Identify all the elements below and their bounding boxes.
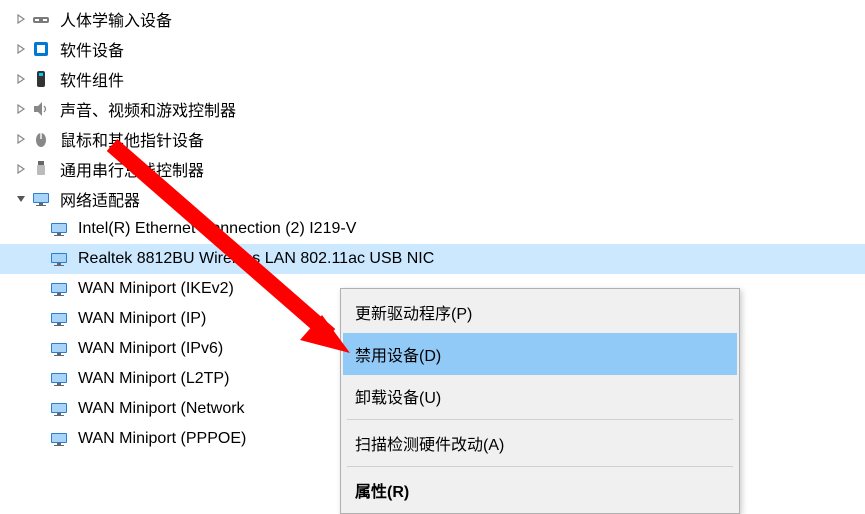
menu-disable-device[interactable]: 禁用设备(D)	[343, 333, 737, 375]
adapter-label: WAN Miniport (L2TP)	[78, 370, 229, 388]
tree-item-software-components[interactable]: 软件组件	[0, 64, 865, 94]
menu-item-label: 禁用设备(D)	[355, 348, 441, 365]
menu-uninstall-device[interactable]: 卸载设备(U)	[343, 375, 737, 417]
adapter-label: Realtek 8812BU Wireless LAN 802.11ac USB…	[78, 250, 434, 268]
menu-item-label: 属性(R)	[355, 484, 409, 501]
context-menu: 更新驱动程序(P) 禁用设备(D) 卸载设备(U) 扫描检测硬件改动(A) 属性…	[340, 288, 740, 514]
hid-icon	[30, 8, 52, 30]
tree-item-label: 通用串行总线控制器	[60, 157, 204, 181]
tree-item-network[interactable]: 网络适配器	[0, 184, 865, 214]
menu-item-label: 卸载设备(U)	[355, 390, 441, 407]
software-device-icon	[30, 38, 52, 60]
adapter-label: WAN Miniport (Network	[78, 400, 245, 418]
chevron-right-icon[interactable]	[14, 132, 28, 146]
menu-separator	[347, 466, 733, 467]
menu-update-driver[interactable]: 更新驱动程序(P)	[343, 291, 737, 333]
software-component-icon	[30, 68, 52, 90]
menu-item-label: 更新驱动程序(P)	[355, 306, 472, 323]
tree-item-label: 网络适配器	[60, 187, 140, 211]
adapter-item[interactable]: Realtek 8812BU Wireless LAN 802.11ac USB…	[0, 244, 865, 274]
network-adapter-icon	[48, 278, 70, 300]
menu-item-label: 扫描检测硬件改动(A)	[355, 437, 504, 454]
network-adapter-icon	[48, 308, 70, 330]
network-adapter-icon	[48, 368, 70, 390]
adapter-label: WAN Miniport (IKEv2)	[78, 280, 234, 298]
tree-item-mouse[interactable]: 鼠标和其他指针设备	[0, 124, 865, 154]
tree-item-hid[interactable]: 人体学输入设备	[0, 4, 865, 34]
menu-properties[interactable]: 属性(R)	[343, 469, 737, 511]
adapter-label: WAN Miniport (PPPOE)	[78, 430, 246, 448]
tree-item-label: 软件设备	[60, 37, 124, 61]
network-icon	[30, 188, 52, 210]
adapter-label: Intel(R) Ethernet Connection (2) I219-V	[78, 220, 356, 238]
adapter-label: WAN Miniport (IPv6)	[78, 340, 223, 358]
network-adapter-icon	[48, 218, 70, 240]
network-adapter-icon	[48, 248, 70, 270]
tree-item-sound[interactable]: 声音、视频和游戏控制器	[0, 94, 865, 124]
tree-item-label: 软件组件	[60, 67, 124, 91]
tree-item-label: 声音、视频和游戏控制器	[60, 97, 236, 121]
chevron-down-icon[interactable]	[14, 192, 28, 206]
menu-scan-hardware[interactable]: 扫描检测硬件改动(A)	[343, 422, 737, 464]
tree-item-label: 人体学输入设备	[60, 7, 172, 31]
usb-icon	[30, 158, 52, 180]
adapter-item[interactable]: Intel(R) Ethernet Connection (2) I219-V	[0, 214, 865, 244]
sound-icon	[30, 98, 52, 120]
chevron-right-icon[interactable]	[14, 72, 28, 86]
menu-separator	[347, 419, 733, 420]
network-adapter-icon	[48, 428, 70, 450]
chevron-right-icon[interactable]	[14, 102, 28, 116]
chevron-right-icon[interactable]	[14, 12, 28, 26]
tree-item-software-devices[interactable]: 软件设备	[0, 34, 865, 64]
adapter-label: WAN Miniport (IP)	[78, 310, 206, 328]
tree-item-usb[interactable]: 通用串行总线控制器	[0, 154, 865, 184]
chevron-right-icon[interactable]	[14, 42, 28, 56]
mouse-icon	[30, 128, 52, 150]
network-adapter-icon	[48, 398, 70, 420]
network-adapter-icon	[48, 338, 70, 360]
chevron-right-icon[interactable]	[14, 162, 28, 176]
tree-item-label: 鼠标和其他指针设备	[60, 127, 204, 151]
